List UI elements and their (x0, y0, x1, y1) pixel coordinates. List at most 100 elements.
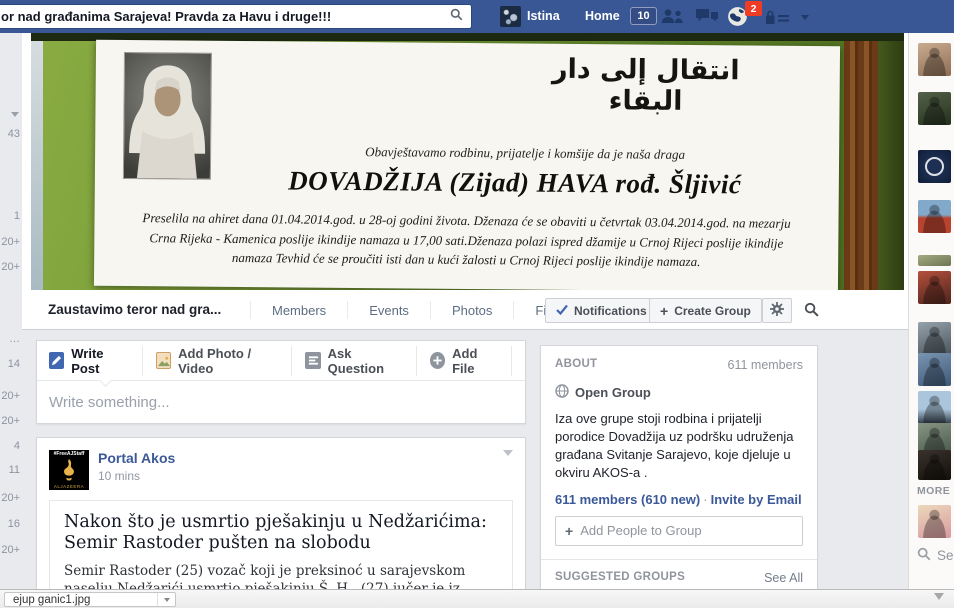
profile-avatar[interactable] (500, 6, 521, 27)
tab-write-post[interactable]: Write Post (49, 346, 143, 376)
home-notification-badge[interactable]: 10 (630, 7, 657, 25)
add-people-input[interactable]: + Add People to Group (555, 516, 803, 546)
chat-contact-photo-partial[interactable] (918, 255, 951, 266)
plus-icon: + (660, 304, 668, 318)
left-rail-count[interactable]: 4 (0, 440, 20, 452)
download-shelf: ejup ganic1.jpg (0, 589, 954, 608)
chat-contact-photo[interactable] (918, 322, 951, 355)
tab-photos[interactable]: Photos (430, 301, 513, 319)
left-rail-count[interactable]: 14 (0, 358, 20, 370)
post-composer: Write Post Add Photo / Video Ask Questio… (36, 340, 526, 424)
ask-question-label: Ask Question (328, 346, 403, 376)
scroll-down-arrow-icon[interactable] (934, 593, 944, 600)
messages-icon[interactable] (695, 8, 719, 25)
arabic-calligraphy: انتقال إلى دار البقاء (515, 53, 776, 117)
members-count-link[interactable]: 611 members (610 new) (555, 492, 700, 507)
tab-ask-question[interactable]: Ask Question (305, 346, 417, 376)
invite-by-email-link[interactable]: Invite by Email (711, 492, 802, 507)
suggested-groups-header-row: SUGGESTED GROUPS See All (555, 571, 803, 585)
chat-contact-photo[interactable] (918, 353, 951, 386)
notifications-count-badge[interactable]: 2 (745, 1, 762, 16)
chat-more-label: MORE (917, 485, 950, 497)
gear-icon (770, 302, 784, 319)
search-icon[interactable] (450, 8, 463, 26)
separator-dot: · (700, 492, 710, 507)
chat-contact-photo[interactable] (918, 450, 951, 480)
post-header: #FreeAJStaff ALJAZEERA Portal Akos 10 mi… (37, 438, 525, 498)
account-menu-caret-icon[interactable] (801, 15, 809, 20)
left-rail-count[interactable]: 20+ (0, 544, 20, 556)
chat-contact-photo[interactable] (918, 92, 951, 125)
chat-contact-photo[interactable] (918, 271, 951, 304)
left-rail-count[interactable]: 20+ (0, 492, 20, 504)
left-rail-count[interactable]: 20+ (0, 261, 20, 273)
about-members-count[interactable]: 611 members (728, 358, 804, 372)
download-filename: ejup ganic1.jpg (5, 594, 157, 606)
left-rail-count[interactable]: 1 (0, 210, 20, 222)
download-item[interactable]: ejup ganic1.jpg (4, 592, 176, 607)
friend-requests-icon[interactable] (660, 8, 685, 24)
left-rail-count[interactable]: 20+ (0, 390, 20, 402)
cover-wood-strip (844, 41, 878, 290)
left-rail-count[interactable]: … (0, 333, 20, 345)
group-title[interactable]: Zaustavimo teror nad gra... (48, 302, 221, 317)
check-icon (556, 304, 568, 318)
obituary-paper: انتقال إلى دار البقاء Obavještavamo rodb… (94, 40, 840, 290)
photo-icon (156, 352, 171, 369)
about-header: ABOUT (555, 358, 597, 372)
notifications-button-label: Notifications (574, 304, 647, 318)
post-menu-chevron-icon[interactable] (503, 450, 513, 456)
post-timestamp[interactable]: 10 mins (98, 469, 175, 483)
add-file-plus-icon (430, 352, 445, 369)
group-privacy-row: Open Group (555, 384, 803, 401)
link-title[interactable]: Nakon što je usmrtio pješakinju u Nedžar… (64, 512, 498, 555)
deceased-portrait-photo (123, 52, 212, 180)
post-author-block: Portal Akos 10 mins (98, 450, 175, 490)
group-cover-photo[interactable]: انتقال إلى دار البقاء Obavještavamo rodb… (22, 33, 908, 290)
chat-search[interactable]: Se (917, 547, 954, 564)
tab-events[interactable]: Events (347, 301, 430, 319)
chat-sidebar: MORE Se (908, 33, 954, 590)
cover-photo-image: انتقال إلى دار البقاء Obavještavamo rodb… (31, 33, 904, 290)
add-photo-video-label: Add Photo / Video (178, 346, 278, 376)
chat-contact-photo[interactable] (918, 391, 951, 424)
group-description: Iza ove grupe stoji rodbina i prijatelji… (555, 410, 803, 482)
see-all-link[interactable]: See All (764, 571, 803, 585)
write-something-input[interactable]: Write something... (37, 381, 525, 424)
create-group-button[interactable]: + Create Group (649, 298, 762, 323)
group-search-icon[interactable] (804, 302, 819, 322)
privacy-shortcuts-icon[interactable] (766, 10, 789, 24)
home-link[interactable]: Home (585, 9, 620, 23)
notifications-button[interactable]: Notifications (545, 298, 658, 323)
chat-contact-photo[interactable] (918, 200, 951, 233)
post-author-avatar[interactable]: #FreeAJStaff ALJAZEERA (49, 450, 89, 490)
aljazeera-flame-icon (58, 458, 80, 487)
members-line: 611 members (610 new)·Invite by Email (555, 492, 803, 507)
left-rail-count[interactable]: 43 (0, 128, 20, 140)
cover-glare (31, 41, 43, 290)
left-rail-count[interactable]: 11 (0, 464, 20, 476)
chat-contact-photo[interactable] (918, 505, 951, 538)
divider (541, 559, 817, 560)
feed-post: #FreeAJStaff ALJAZEERA Portal Akos 10 mi… (36, 437, 526, 608)
obituary-intro-line: Obavještavamo rodbinu, prijatelje i komš… (245, 143, 805, 164)
download-item-menu-caret-icon[interactable] (157, 593, 175, 606)
write-post-label: Write Post (71, 346, 128, 376)
left-rail-count[interactable]: 20+ (0, 415, 20, 427)
profile-name-link[interactable]: Istina (527, 9, 560, 23)
privacy-label: Open Group (575, 385, 651, 400)
left-rail-count[interactable]: 20+ (0, 236, 20, 248)
left-rail-caret-icon[interactable] (11, 112, 19, 117)
tab-add-file[interactable]: Add File (430, 346, 512, 376)
chat-search-label: Se (937, 548, 954, 563)
chat-contact-photo[interactable] (918, 43, 951, 76)
tab-members[interactable]: Members (250, 301, 347, 319)
chat-contact-photo-arsenal-crest[interactable] (918, 150, 951, 183)
group-settings-button[interactable] (762, 298, 792, 323)
group-tabs: Members Events Photos Files (250, 290, 584, 330)
post-author-link[interactable]: Portal Akos (98, 450, 175, 466)
cover-dark-edge (878, 41, 904, 290)
left-rail-count[interactable]: 16 (0, 518, 20, 530)
tab-add-photo-video[interactable]: Add Photo / Video (156, 346, 293, 376)
search-input[interactable]: or nad građanima Sarajeva! Pravda za Hav… (0, 4, 472, 29)
